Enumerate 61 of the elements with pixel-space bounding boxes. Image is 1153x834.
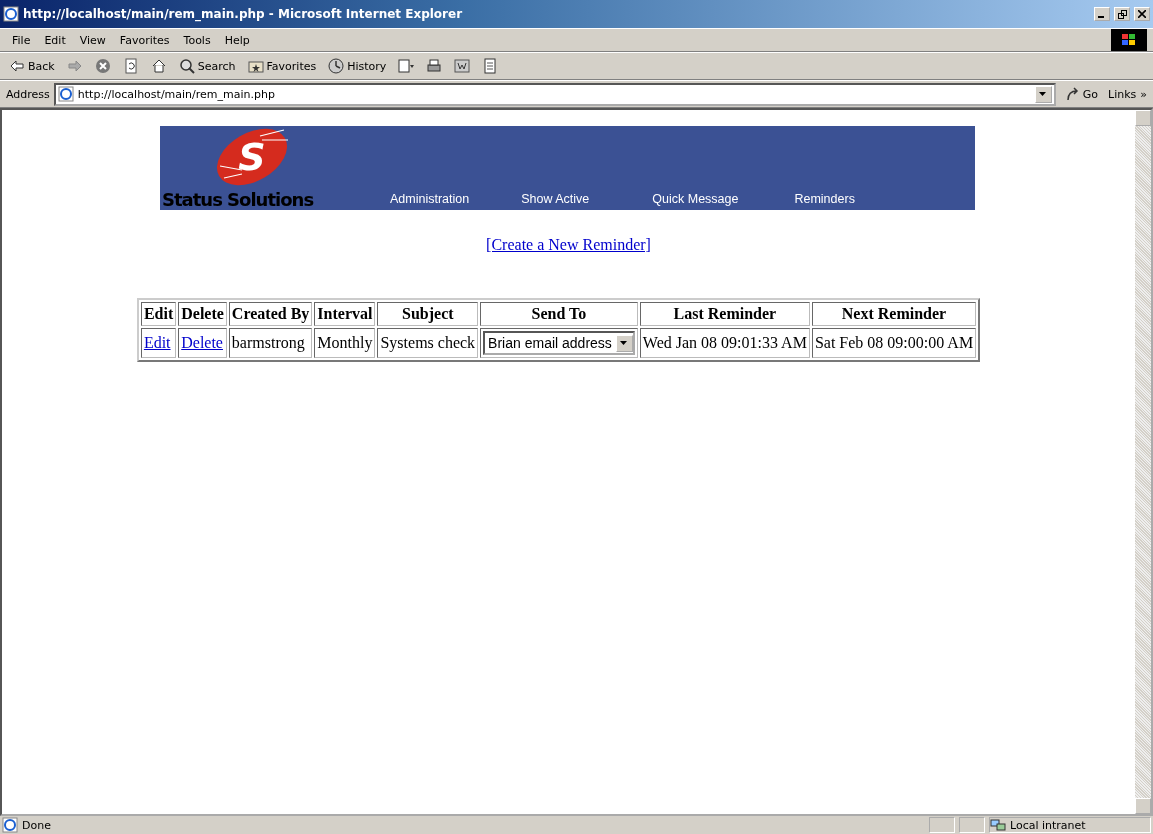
history-button[interactable]: History [325,56,390,76]
zone-text: Local intranet [1010,818,1086,832]
menu-item[interactable]: Help [218,31,256,49]
printer-icon [426,58,443,74]
nav-link[interactable]: Reminders [794,192,855,206]
create-reminder-link[interactable]: [Create a New Reminder] [486,236,651,254]
network-icon [990,818,1006,832]
nav-link[interactable]: Quick Message [652,192,739,206]
browser-icon [3,6,19,22]
edit-icon [454,58,471,74]
star-folder-icon [247,58,264,74]
stop-icon [94,58,111,74]
menu-item[interactable]: File [6,31,37,49]
clock-icon [328,58,345,74]
search-button[interactable]: Search [175,56,239,76]
address-field[interactable]: http://localhost/main/rem_main.php [53,82,1056,106]
column-header: Next Reminder [811,302,977,326]
table-cell: Systems check [377,328,479,358]
table-cell: barmstrong [228,328,313,358]
more-links-chevron[interactable]: » [1140,87,1147,101]
column-header: Send To [480,302,638,326]
search-icon [178,58,195,74]
favorites-button[interactable]: Favorites [244,56,320,76]
home-icon [150,58,167,74]
windows-flag-icon [1111,29,1147,51]
window-title: http://localhost/main/rem_main.php - Microsoft Internet Explorer [23,7,464,21]
nav-link[interactable]: Show Active [521,192,590,206]
column-header: Last Reminder [639,302,810,326]
links-button[interactable]: Links [1108,87,1137,101]
back-button[interactable]: Back [6,56,58,76]
page-icon [482,58,499,74]
table-cell: Sat Feb 08 09:00:00 AM [811,328,977,358]
address-label: Address [6,87,50,101]
column-header: Interval [314,302,376,326]
menu-item[interactable]: Tools [177,31,217,49]
refresh-icon [122,58,139,74]
status-text: Done [22,818,51,832]
close-icon [1138,10,1146,18]
column-header: Edit [140,302,177,326]
table-cell: Monthly [314,328,376,358]
minimize-button[interactable] [1094,7,1110,21]
scrollbar[interactable] [1135,110,1151,814]
restore-button[interactable] [1114,7,1130,21]
column-header: Delete [178,302,227,326]
logo-text: Status Solutions [162,189,314,210]
menu-item[interactable]: View [73,31,112,49]
restore-icon [1117,9,1127,19]
column-header: Subject [377,302,479,326]
menu-item[interactable]: Edit [38,31,72,49]
go-button[interactable]: Go [1059,87,1104,101]
column-header: Created By [228,302,313,326]
send-to-dropdown[interactable]: Brian email address [483,331,635,355]
menu-item[interactable]: Favorites [113,31,176,49]
browser-icon [57,86,74,102]
table-cell: Wed Jan 08 09:01:33 AM [639,328,810,358]
back-arrow-icon [9,58,25,74]
nav-link[interactable]: Administration [390,192,470,206]
forward-arrow-icon [66,58,83,74]
close-button[interactable] [1134,7,1150,21]
document-icon [398,58,415,74]
go-arrow-icon [1065,87,1080,101]
